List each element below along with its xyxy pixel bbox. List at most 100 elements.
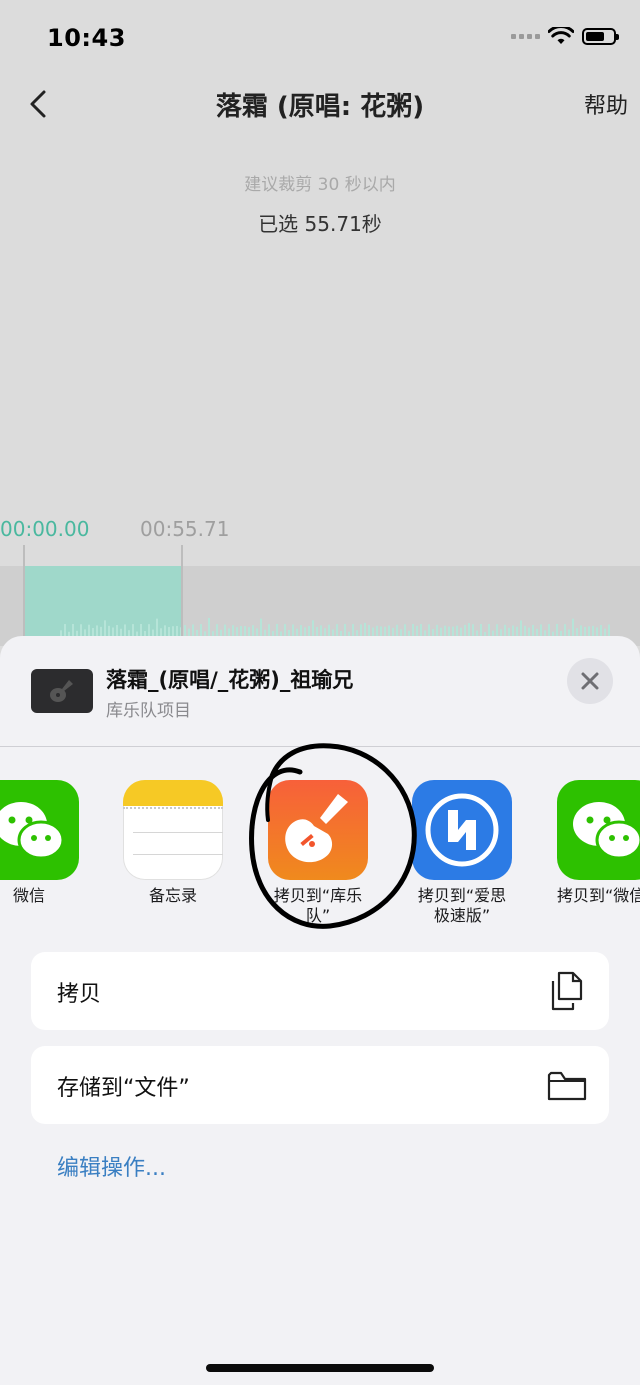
share-app-wechat[interactable]: 微信 <box>0 780 79 906</box>
waveform-bar <box>596 627 598 636</box>
edit-actions-link[interactable]: 编辑操作... <box>57 1150 166 1182</box>
waveform-bar <box>564 624 566 636</box>
waveform-bar <box>520 620 522 636</box>
waveform-bar <box>344 624 346 636</box>
share-app-wechat-copy[interactable]: 拷贝到“微信” <box>557 780 640 906</box>
waveform-bar <box>556 624 558 636</box>
waveform-bar <box>124 624 126 636</box>
waveform-bar <box>468 623 470 636</box>
waveform-bar <box>376 625 378 636</box>
waveform-bar <box>604 628 606 636</box>
copy-action[interactable]: 拷贝 <box>31 952 609 1030</box>
waveform-bar <box>464 624 466 636</box>
waveform-bar <box>216 624 218 636</box>
waveform-bar <box>268 624 270 636</box>
share-app-label: 微信 <box>12 886 45 905</box>
waveform-bar <box>148 624 150 636</box>
waveform-bar <box>548 624 550 636</box>
share-app-label: 备忘录 <box>148 886 197 905</box>
waveform-bar <box>496 624 498 636</box>
folder-icon <box>547 1071 587 1101</box>
share-app-garageband[interactable]: 拷贝到“库乐队” <box>268 780 368 926</box>
waveform-bar <box>324 628 326 636</box>
share-app-notes[interactable]: 备忘录 <box>123 780 223 906</box>
waveform-bar <box>572 618 574 636</box>
trim-handle-end[interactable] <box>181 545 183 645</box>
waveform-bar <box>540 624 542 636</box>
battery-icon <box>582 28 619 45</box>
waveform-bar <box>100 626 102 636</box>
trim-handle-start[interactable] <box>23 545 25 645</box>
close-button[interactable] <box>567 658 613 704</box>
waveform-bar <box>576 628 578 636</box>
waveform-bar <box>316 626 318 636</box>
waveform-bar <box>248 627 250 636</box>
waveform-bar <box>568 629 570 636</box>
waveform-bar <box>600 625 602 636</box>
waveform-bar <box>84 629 86 636</box>
guitar-icon <box>50 680 73 702</box>
cellular-signal-icon <box>511 34 540 39</box>
waveform-bar <box>420 624 422 636</box>
waveform-bar <box>528 627 530 636</box>
close-icon <box>581 672 599 690</box>
waveform-bar <box>260 618 262 636</box>
waveform-bar <box>444 625 446 636</box>
waveform-bar <box>252 625 254 636</box>
waveform-bar <box>200 624 202 636</box>
waveform-bar <box>368 624 370 636</box>
share-app-i4[interactable]: 拷贝到“爱思极速版” <box>412 780 512 926</box>
waveform-bar <box>304 627 306 636</box>
share-app-label: 拷贝到“微信” <box>557 886 640 905</box>
waveform-bar <box>392 627 394 636</box>
status-time: 10:43 <box>47 24 126 52</box>
waveform-bar <box>436 624 438 636</box>
waveform-bar <box>480 624 482 636</box>
nav-bar: 落霜 (原唱: 花粥) 帮助 <box>0 76 640 132</box>
waveform-bar <box>336 624 338 636</box>
waveform-bar <box>384 626 386 636</box>
share-sheet: 落霜_(原唱/_花粥)_祖瑜兄 库乐队项目 微信 备忘录 拷贝到“库乐队” 拷贝… <box>0 636 640 1385</box>
waveform-bar <box>96 625 98 636</box>
waveform-bar <box>584 626 586 636</box>
waveform-bar <box>108 625 110 636</box>
file-name: 落霜_(原唱/_花粥)_祖瑜兄 <box>106 668 354 692</box>
garageband-icon <box>268 780 368 880</box>
i4-icon <box>412 780 512 880</box>
waveform-bar <box>64 624 66 636</box>
share-app-label: 拷贝到“库乐队” <box>273 886 363 925</box>
waveform-bar <box>456 625 458 636</box>
waveform-bar <box>580 625 582 636</box>
waveform-bar <box>592 625 594 636</box>
waveform-bar <box>364 622 366 636</box>
save-to-files-action[interactable]: 存储到“文件” <box>31 1046 609 1124</box>
waveform-bar <box>532 624 534 636</box>
waveform-bar <box>404 624 406 636</box>
wifi-icon <box>548 27 574 44</box>
waveform-bar <box>192 624 194 636</box>
waveform-bar <box>112 627 114 636</box>
end-time-label: 00:55.71 <box>140 517 230 541</box>
waveform-bar <box>176 625 178 636</box>
help-button[interactable]: 帮助 <box>584 88 628 120</box>
waveform-bar <box>312 620 314 636</box>
waveform-bar <box>328 624 330 636</box>
waveform-bar <box>536 628 538 636</box>
file-type: 库乐队项目 <box>106 701 191 721</box>
selected-duration: 已选 55.71秒 <box>258 212 382 236</box>
waveform-bar <box>432 629 434 636</box>
waveform-bar <box>508 627 510 636</box>
page-title: 落霜 (原唱: 花粥) <box>215 92 425 122</box>
waveform-bar <box>440 627 442 636</box>
share-app-label: 拷贝到“爱思极速版” <box>417 886 507 925</box>
waveform-bar <box>372 627 374 636</box>
waveform-bar <box>412 624 414 636</box>
waveform-bar <box>72 624 74 636</box>
waveform-bar <box>104 620 106 636</box>
waveform-bar <box>608 624 610 636</box>
waveform-bar <box>80 624 82 636</box>
waveform-bar <box>232 625 234 636</box>
waveform-bar <box>292 624 294 636</box>
waveform-bar <box>416 625 418 636</box>
trim-hint: 建议裁剪 30 秒以内 <box>244 175 396 195</box>
